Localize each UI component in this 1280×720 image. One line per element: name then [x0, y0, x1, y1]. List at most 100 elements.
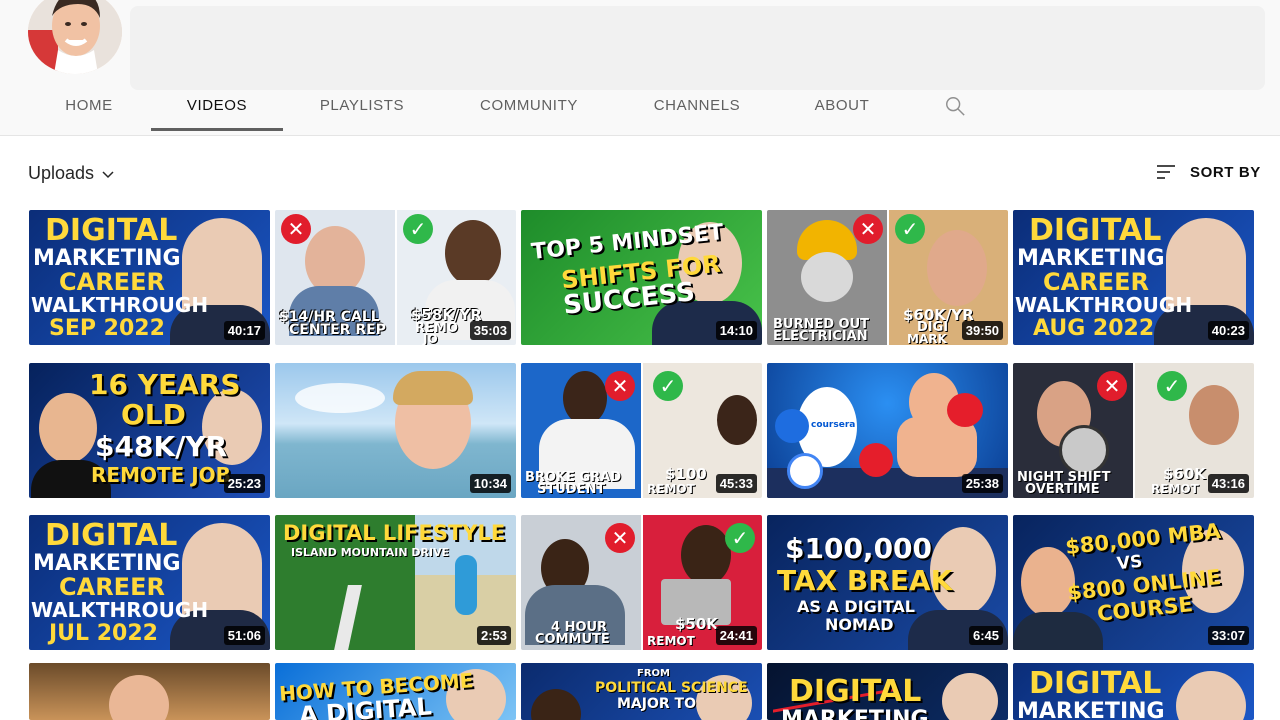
sort-by-label: SORT BY — [1190, 163, 1261, 181]
thumbnail-text: 16 YEARS — [89, 368, 241, 401]
thumbnail-text: WALKTHROUGH — [31, 293, 209, 317]
thumbnail-text: DIGITAL LIFESTYLE — [283, 521, 506, 545]
video-thumbnail[interactable]: DIGITAL MARKETING — [767, 663, 1008, 720]
thumbnail-text: MARKETING — [33, 246, 181, 271]
video-duration: 40:23 — [1207, 321, 1249, 340]
video-thumbnail[interactable]: 16 YEARS OLD $48K/YR REMOTE JOB 25:23 — [29, 363, 270, 498]
video-duration: 39:50 — [961, 321, 1003, 340]
tab-community[interactable]: COMMUNITY — [472, 84, 586, 132]
x-mark-icon: ✕ — [605, 371, 635, 401]
video-duration: 51:06 — [223, 626, 265, 645]
thumbnail-text: REMOT — [647, 482, 695, 496]
thumbnail-text: CENTER REP — [289, 322, 386, 338]
thumbnail-text: FROM — [637, 668, 670, 679]
check-mark-icon: ✓ — [403, 214, 433, 244]
video-duration: 24:41 — [715, 626, 757, 645]
thumbnail-text: NOMAD — [825, 615, 894, 634]
video-thumbnail[interactable]: HOW TO BECOME A DIGITAL — [275, 663, 516, 720]
video-duration: 25:38 — [961, 474, 1003, 493]
video-duration: 6:45 — [968, 626, 1003, 645]
video-thumbnail[interactable]: $80,000 MBA VS $800 ONLINE COURSE 33:07 — [1013, 515, 1254, 650]
thumbnail-text: OLD — [121, 398, 186, 431]
thumbnail-text: VS — [1115, 551, 1144, 575]
video-duration: 2:53 — [476, 626, 511, 645]
thumbnail-text: AS A DIGITAL — [797, 597, 915, 616]
video-duration: 43:16 — [1207, 474, 1249, 493]
check-mark-icon: ✓ — [653, 371, 683, 401]
check-mark-icon: ✓ — [725, 523, 755, 553]
thumbnail-text: MAJOR TO — [617, 696, 696, 712]
thumbnail-text: STUDENT — [537, 482, 606, 497]
thumbnail-text: $100 — [665, 465, 707, 483]
thumbnail-text: DIGITAL — [45, 518, 178, 553]
thumbnail-text: REMOTE JOB — [91, 463, 231, 487]
thumbnail-text: JUL 2022 — [49, 621, 158, 646]
video-thumbnail[interactable]: DIGITAL LIFESTYLE ISLAND MOUNTAIN DRIVE … — [275, 515, 516, 650]
video-duration: 33:07 — [1207, 626, 1249, 645]
thumbnail-text: MARKETING — [781, 707, 929, 720]
thumbnail-text: ISLAND MOUNTAIN DRIVE — [291, 546, 450, 559]
video-thumbnail[interactable]: ✕ ✓ BURNED OUT ELECTRICIAN $60K/YR DIGI … — [767, 210, 1008, 345]
thumbnail-text: CAREER — [1043, 268, 1149, 296]
channel-avatar[interactable] — [28, 0, 122, 74]
x-mark-icon: ✕ — [281, 214, 311, 244]
thumbnail-text: WALKTHROUGH — [31, 598, 209, 622]
thumbnail-text: COMMUTE — [535, 632, 610, 647]
video-duration: 14:10 — [715, 321, 757, 340]
tab-home[interactable]: HOME — [60, 84, 118, 132]
video-thumbnail[interactable]: ✕ ✓ 4 HOUR COMMUTE $50K REMOT 24:41 — [521, 515, 762, 650]
thumbnail-text: REMOT — [647, 634, 695, 648]
search-icon[interactable] — [944, 95, 966, 117]
video-duration: 10:34 — [469, 474, 511, 493]
thumbnail-text: MARKETING — [1017, 246, 1165, 271]
thumbnail-text: OVERTIME — [1025, 482, 1100, 497]
banner-image — [130, 6, 1265, 90]
sort-by-button[interactable]: SORT BY — [1154, 160, 1261, 184]
video-thumbnail[interactable]: DIGITAL MARKETING CAREER WALKTHROUGH AUG… — [1013, 210, 1254, 345]
active-tab-indicator — [151, 128, 283, 131]
tab-about[interactable]: ABOUT — [808, 84, 876, 132]
video-thumbnail[interactable]: 10:34 — [275, 363, 516, 498]
video-duration: 40:17 — [223, 321, 265, 340]
uploads-dropdown[interactable]: Uploads — [28, 163, 116, 184]
video-duration: 45:33 — [715, 474, 757, 493]
video-thumbnail[interactable]: TOP 5 MINDSET SHIFTS FOR SUCCESS 14:10 — [521, 210, 762, 345]
video-thumbnail[interactable]: coursera 25:38 — [767, 363, 1008, 498]
video-thumbnail[interactable]: ✕ ✓ BROKE GRAD STUDENT $100 REMOT 45:33 — [521, 363, 762, 498]
thumbnail-text: DIGITAL — [1029, 213, 1162, 248]
thumbnail-text: MARKETING — [33, 551, 181, 576]
video-thumbnail[interactable]: DIGITAL MARKETING — [1013, 663, 1254, 720]
thumbnail-text: ELECTRICIAN — [773, 329, 868, 344]
video-thumbnail[interactable]: ✕ ✓ NIGHT SHIFT OVERTIME $60K REMOT 43:1… — [1013, 363, 1254, 498]
uploads-label: Uploads — [28, 163, 95, 183]
thumbnail-text: MARKETING — [1017, 699, 1165, 720]
check-mark-icon: ✓ — [895, 214, 925, 244]
video-thumbnail[interactable]: $100,000 TAX BREAK AS A DIGITAL NOMAD 6:… — [767, 515, 1008, 650]
video-thumbnail[interactable]: DIGITAL MARKETING CAREER WALKTHROUGH SEP… — [29, 210, 270, 345]
thumbnail-text: $50K — [675, 615, 718, 633]
thumbnail-text: TAX BREAK — [777, 564, 953, 597]
thumbnail-text: DIGITAL — [45, 213, 178, 248]
video-thumbnail[interactable] — [29, 663, 270, 720]
thumbnail-text: JO — [423, 332, 438, 345]
x-mark-icon: ✕ — [605, 523, 635, 553]
check-mark-icon: ✓ — [1157, 371, 1187, 401]
channel-tabs: HOME VIDEOS PLAYLISTS COMMUNITY CHANNELS… — [0, 84, 1280, 134]
video-thumbnail[interactable]: ✕ ✓ $14/HR CALL CENTER REP $58K/YR REMO … — [275, 210, 516, 345]
chevron-down-icon — [102, 170, 114, 178]
video-thumbnail[interactable]: DIGITAL MARKETING CAREER WALKTHROUGH JUL… — [29, 515, 270, 650]
thumbnail-text: CAREER — [59, 573, 165, 601]
x-mark-icon: ✕ — [1097, 371, 1127, 401]
x-mark-icon: ✕ — [853, 214, 883, 244]
thumbnail-text: CAREER — [59, 268, 165, 296]
video-thumbnail[interactable]: FROM POLITICAL SCIENCE MAJOR TO — [521, 663, 762, 720]
tab-videos[interactable]: VIDEOS — [151, 84, 283, 132]
thumbnail-text: WALKTHROUGH — [1015, 293, 1193, 317]
tab-channels[interactable]: CHANNELS — [646, 84, 748, 132]
thumbnail-text: SEP 2022 — [49, 316, 165, 341]
thumbnail-text: $100,000 — [785, 532, 933, 565]
thumbnail-text: POLITICAL SCIENCE — [595, 680, 748, 696]
thumbnail-text: DIGITAL — [789, 674, 922, 709]
thumbnail-text: coursera — [811, 420, 856, 430]
tab-playlists[interactable]: PLAYLISTS — [312, 84, 412, 132]
